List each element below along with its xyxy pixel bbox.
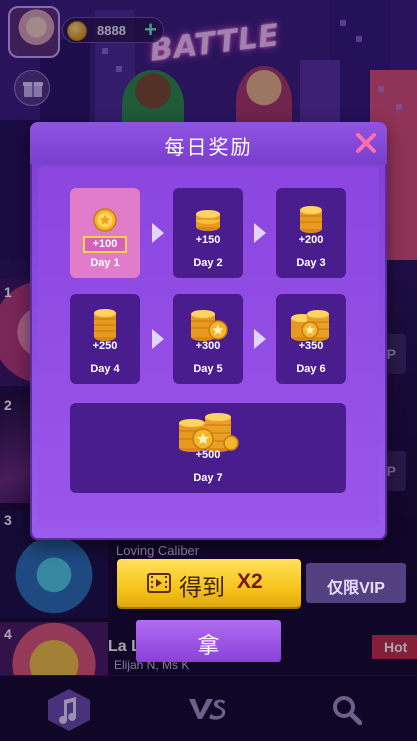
reward-amount: +500 (195, 449, 221, 461)
claim-button[interactable]: 拿 (136, 620, 281, 662)
daily-reward-dialog: 每日奖励 +100 Day 1 +150 Day 2 +200 Day 3 +2… (30, 122, 387, 540)
day-label: Day 3 (296, 257, 326, 269)
coin-icon (93, 208, 117, 232)
day-label: Day 2 (193, 257, 223, 269)
day-card-7: +500 Day 7 (70, 403, 346, 493)
coin-stack-icon (94, 309, 116, 341)
day-card-1[interactable]: +100 Day 1 (70, 188, 140, 278)
reward-amount: +100 (83, 236, 127, 253)
arrow-icon (254, 223, 266, 243)
day-label: Day 4 (90, 363, 120, 375)
double-multiplier: X2 (237, 570, 263, 593)
reward-amount: +200 (298, 234, 324, 246)
reward-amount: +250 (92, 340, 118, 352)
day-card-3: +200 Day 3 (276, 188, 346, 278)
reward-amount: +300 (195, 340, 221, 352)
day-label: Day 7 (193, 472, 223, 484)
day-card-5: +300 Day 5 (173, 294, 243, 384)
reward-grid: +100 Day 1 +150 Day 2 +200 Day 3 +250 Da… (38, 166, 379, 528)
day-label: Day 5 (193, 363, 223, 375)
day-card-2: +150 Day 2 (173, 188, 243, 278)
dialog-header: 每日奖励 (30, 122, 387, 164)
arrow-icon (254, 329, 266, 349)
coin-pile-icon (191, 310, 228, 341)
day-label: Day 1 (90, 257, 120, 269)
day-card-4: +250 Day 4 (70, 294, 140, 384)
arrow-icon (152, 223, 164, 243)
video-ad-icon (147, 573, 171, 593)
reward-amount: +350 (298, 340, 324, 352)
reward-amount: +150 (195, 234, 221, 246)
coin-stack-icon (196, 210, 220, 231)
vip-only-button[interactable]: 仅限VIP (306, 563, 406, 603)
coin-pile-icon (291, 310, 329, 341)
double-reward-button[interactable]: 得到 X2 (117, 559, 301, 607)
close-icon (356, 133, 376, 153)
coin-stack-icon (300, 206, 322, 233)
dialog-title: 每日奖励 (164, 137, 253, 159)
day-label: Day 6 (296, 363, 326, 375)
day-card-6: +350 Day 6 (276, 294, 346, 384)
coin-pile-icon (179, 413, 239, 452)
arrow-icon (152, 329, 164, 349)
close-button[interactable] (352, 129, 380, 157)
double-label: 得到 (179, 575, 225, 601)
